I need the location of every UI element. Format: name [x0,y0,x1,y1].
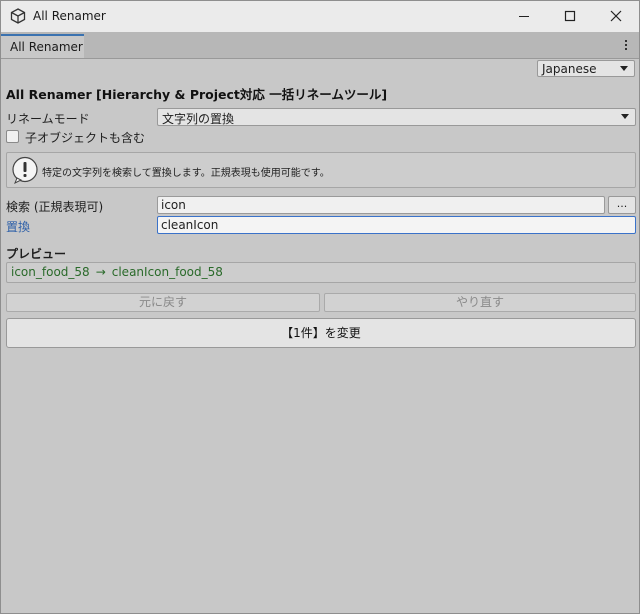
kebab-menu-icon [620,40,632,50]
replace-input[interactable]: cleanIcon [157,216,636,234]
close-button[interactable] [593,1,639,32]
apply-rename-button[interactable]: 【1件】を変更 [6,318,636,348]
include-children-label: 子オブジェクトも含む [25,131,146,145]
help-box: 特定の文字列を検索して置換します。正規表現も使用可能です。 [6,152,636,188]
minimize-button[interactable] [501,1,547,32]
tab-label: All Renamer [10,40,83,54]
title-bar[interactable]: All Renamer [1,1,639,32]
search-input[interactable]: icon [157,196,605,214]
unity-cube-icon [10,8,26,24]
preview-before: icon_food_58 [11,265,90,279]
window-title: All Renamer [33,9,106,23]
maximize-icon [564,10,576,22]
arrow-right-icon: → [95,265,106,279]
help-text: 特定の文字列を検索して置換します。正規表現も使用可能です。 [42,168,330,179]
tab-menu-button[interactable] [620,38,632,54]
maximize-button[interactable] [547,1,593,32]
language-dropdown[interactable]: Japanese [537,60,635,77]
chevron-down-icon [621,114,629,119]
tab-strip: All Renamer [1,32,639,59]
browse-button[interactable]: ... [608,196,636,214]
preview-line: icon_food_58 → cleanIcon_food_58 [11,265,223,279]
include-children-checkbox[interactable] [6,130,19,143]
search-input-value: icon [161,198,186,212]
redo-button[interactable]: やり直す [324,293,636,312]
page-title: All Renamer [Hierarchy & Project対応 一括リネー… [6,87,388,102]
replace-input-value: cleanIcon [161,218,219,232]
tab-all-renamer[interactable]: All Renamer [1,34,84,58]
preview-title: プレビュー [6,247,67,261]
undo-button[interactable]: 元に戻す [6,293,320,312]
language-value: Japanese [542,62,597,76]
rename-mode-value: 文字列の置換 [162,112,235,126]
app-window: All Renamer All Renamer Japanese All Ren… [0,0,640,614]
preview-box: icon_food_58 → cleanIcon_food_58 [6,262,636,283]
minimize-icon [519,16,529,17]
chevron-down-icon [620,66,628,71]
close-icon [610,10,622,22]
rename-mode-label: リネームモード [6,112,90,126]
rename-mode-dropdown[interactable]: 文字列の置換 [157,108,636,126]
search-label: 検索 (正規表現可) [6,200,104,214]
info-icon [12,156,38,184]
preview-after: cleanIcon_food_58 [111,265,223,279]
replace-label: 置換 [6,220,31,234]
